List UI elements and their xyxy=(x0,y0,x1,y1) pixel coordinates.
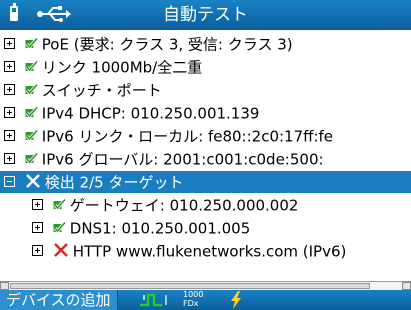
link-pulse-icon xyxy=(140,293,167,307)
tree-row-link[interactable]: リンク 1000Mb/全二重 xyxy=(4,56,202,78)
link-speed-value: 1000 xyxy=(183,290,204,299)
add-device-button[interactable]: デバイスの追加 xyxy=(0,290,118,310)
tree-row-discovery-selected[interactable]: 検出 2/5 ターゲット xyxy=(0,171,411,193)
pass-check-icon xyxy=(25,129,38,141)
expand-plus-icon[interactable] xyxy=(4,38,15,49)
collapse-minus-icon[interactable] xyxy=(4,176,15,187)
tree-row-poe[interactable]: PoE (要求: クラス 3, 受信: クラス 3) xyxy=(4,33,293,55)
horizontal-scrollbar[interactable] xyxy=(0,281,411,290)
tree-row-ipv6-link-local[interactable]: IPv6 リンク・ローカル: fe80::2c0:17ff:fe xyxy=(4,125,333,147)
tree-row-label: ゲートウェイ: 010.250.000.002 xyxy=(69,196,299,215)
tree-row-label: IPv6 グローバル: 2001:c001:c0de:500: xyxy=(41,150,324,169)
screen: 自動テスト PoE (要求: クラス 3, 受信: クラス 3) リンク 100… xyxy=(0,0,411,310)
fail-x-icon xyxy=(25,174,40,188)
tree-row-label: IPv4 DHCP: 010.250.001.139 xyxy=(41,104,260,123)
test-results-tree: PoE (要求: クラス 3, 受信: クラス 3) リンク 1000Mb/全二… xyxy=(0,30,411,281)
pass-check-icon xyxy=(25,106,38,118)
link-speed-indicator: 1000 FDx xyxy=(183,290,203,308)
pass-check-icon xyxy=(53,198,66,210)
tree-row-dns1[interactable]: DNS1: 010.250.001.005 xyxy=(32,217,250,239)
pass-check-icon xyxy=(25,60,38,72)
scroll-thumb[interactable] xyxy=(10,283,370,289)
poe-bolt-icon xyxy=(231,291,241,309)
expand-plus-icon[interactable] xyxy=(4,61,15,72)
expand-plus-icon[interactable] xyxy=(4,153,15,164)
link-duplex-value: FDx xyxy=(183,299,199,308)
title-bar: 自動テスト xyxy=(0,0,411,30)
tree-row-switch-port[interactable]: スイッチ・ポート xyxy=(4,79,162,101)
expand-plus-icon[interactable] xyxy=(4,84,15,95)
fail-x-icon xyxy=(53,243,68,257)
pass-check-icon xyxy=(25,37,38,49)
expand-plus-icon[interactable] xyxy=(32,222,43,233)
expand-plus-icon[interactable] xyxy=(4,107,15,118)
tree-row-label: HTTP www.flukenetworks.com (IPv6) xyxy=(72,242,347,261)
bottom-bar: デバイスの追加 1000 FDx xyxy=(0,290,411,310)
scroll-right-arrow-icon[interactable] xyxy=(402,282,411,290)
pass-check-icon xyxy=(25,152,38,164)
tree-row-label: 検出 2/5 ターゲット xyxy=(44,173,184,192)
tree-row-label: IPv6 リンク・ローカル: fe80::2c0:17ff:fe xyxy=(41,127,334,146)
tree-row-ipv6-global[interactable]: IPv6 グローバル: 2001:c001:c0de:500: xyxy=(4,148,324,170)
tree-row-label: リンク 1000Mb/全二重 xyxy=(41,58,203,77)
expand-plus-icon[interactable] xyxy=(32,245,43,256)
tree-row-ipv4-dhcp[interactable]: IPv4 DHCP: 010.250.001.139 xyxy=(4,102,259,124)
tree-row-http[interactable]: HTTP www.flukenetworks.com (IPv6) xyxy=(32,240,346,262)
expand-plus-icon[interactable] xyxy=(4,130,15,141)
pass-check-icon xyxy=(53,221,66,233)
tree-row-label: DNS1: 010.250.001.005 xyxy=(69,219,251,238)
pass-check-icon xyxy=(25,83,38,95)
tree-row-label: スイッチ・ポート xyxy=(41,81,162,100)
tree-row-gateway[interactable]: ゲートウェイ: 010.250.000.002 xyxy=(32,194,298,216)
scroll-left-arrow-icon[interactable] xyxy=(0,282,9,290)
expand-plus-icon[interactable] xyxy=(32,199,43,210)
page-title: 自動テスト xyxy=(163,5,248,25)
tree-row-label: PoE (要求: クラス 3, 受信: クラス 3) xyxy=(41,35,293,54)
